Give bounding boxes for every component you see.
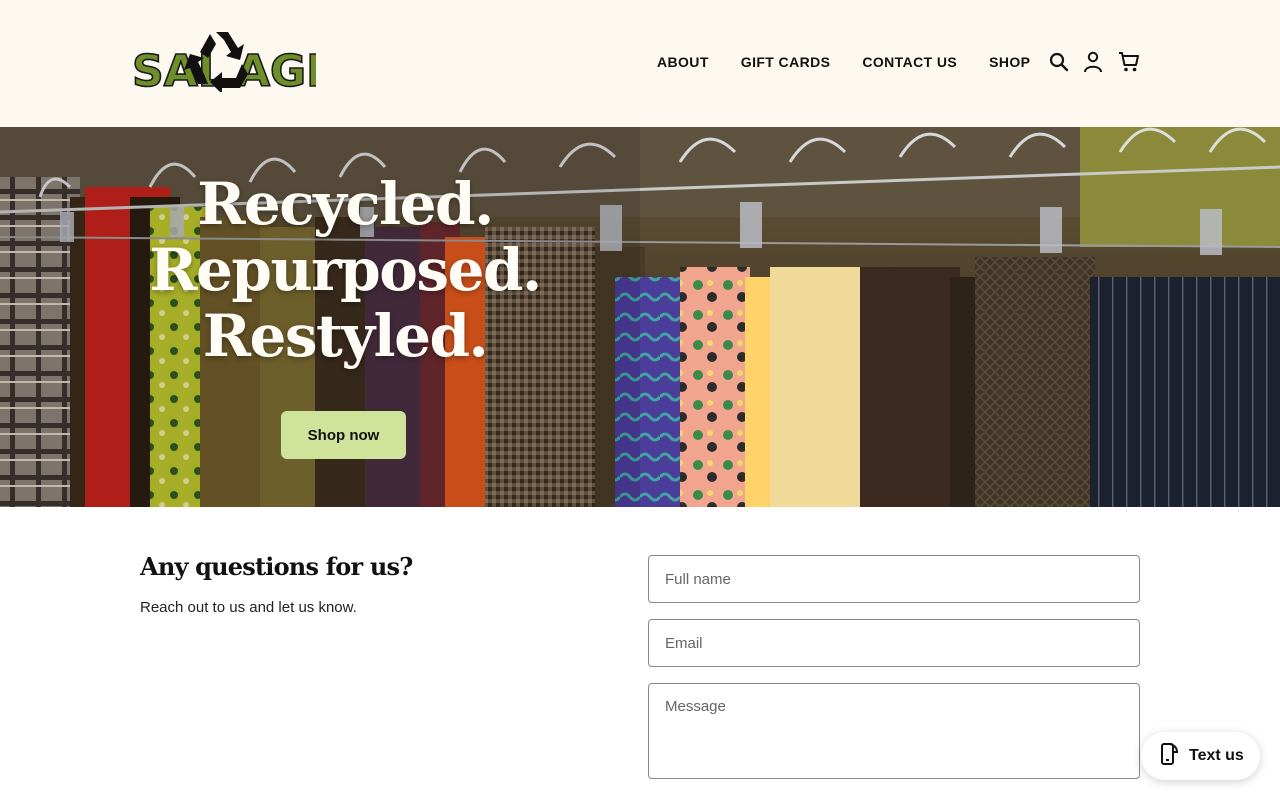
nav-gift-cards[interactable]: GIFT CARDS: [741, 52, 831, 72]
header-icons: [1048, 50, 1140, 74]
shop-now-button[interactable]: Shop now: [281, 411, 406, 459]
contact-subtitle: Reach out to us and let us know.: [140, 599, 357, 616]
cart-icon[interactable]: [1118, 50, 1140, 74]
main-nav: ABOUT GIFT CARDS CONTACT US SHOP: [657, 52, 1030, 72]
hero-line-3: Restyled.: [202, 302, 489, 370]
text-us-button[interactable]: Text us: [1141, 732, 1260, 780]
hero-banner: Recycled. Repurposed. Restyled. Shop now: [0, 127, 1280, 507]
account-icon[interactable]: [1082, 50, 1104, 74]
site-header: SAL AGE ABOUT GIFT CARDS CONTACT US SHOP: [0, 0, 1280, 127]
chat-phone-icon: [1159, 742, 1179, 771]
brand-logo[interactable]: SAL AGE: [131, 30, 337, 98]
contact-section: Any questions for us? Reach out to us an…: [0, 507, 1280, 800]
nav-shop[interactable]: SHOP: [989, 52, 1030, 72]
hero-line-1: Recycled.: [197, 170, 494, 238]
nav-about[interactable]: ABOUT: [657, 52, 709, 72]
svg-text:AGE: AGE: [236, 46, 316, 92]
contact-title: Any questions for us?: [140, 552, 413, 581]
svg-text:SAL: SAL: [132, 46, 226, 92]
hero-headline: Recycled. Repurposed. Restyled.: [110, 171, 580, 369]
full-name-input[interactable]: [648, 555, 1140, 603]
search-icon[interactable]: [1048, 50, 1070, 74]
email-input[interactable]: [648, 619, 1140, 667]
nav-contact-us[interactable]: CONTACT US: [862, 52, 957, 72]
hero-line-2: Repurposed.: [149, 236, 542, 304]
text-us-label: Text us: [1189, 747, 1244, 764]
message-textarea[interactable]: [648, 683, 1140, 779]
